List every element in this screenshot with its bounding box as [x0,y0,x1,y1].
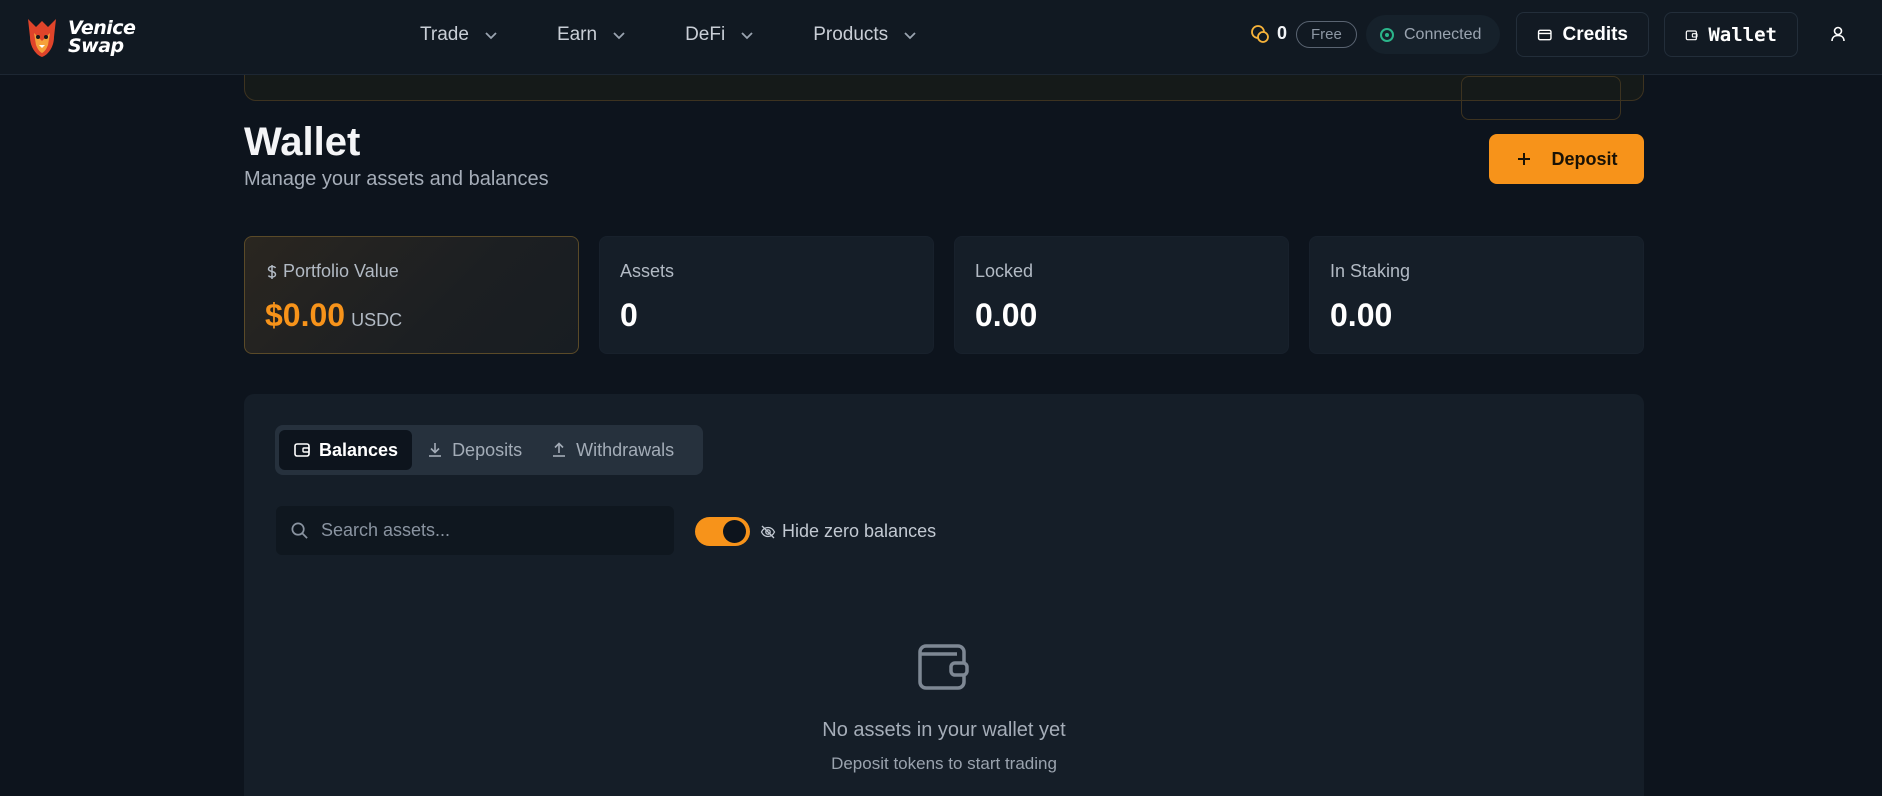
user-icon [1831,26,1845,42]
wallet-tabs: Balances Deposits Withdrawals [275,425,703,475]
nav-trade-label: Trade [420,24,469,45]
tab-withdrawals-label: Withdrawals [576,439,675,460]
deposit-label: Deposit [1551,148,1618,169]
brand-name-line2: Swap [68,35,124,57]
tab-deposits[interactable]: Deposits [412,430,536,470]
nav-earn-label: Earn [556,24,598,45]
eye-off-icon [760,525,776,538]
top-navbar: Venice Swap Trade Earn DeFi Products 0 F… [0,0,1882,75]
nav-products-label: Products [813,24,889,45]
wallet-icon [294,443,310,457]
tab-deposits-label: Deposits [452,439,523,460]
locked-card: Locked 0.00 [954,236,1289,354]
tab-balances[interactable]: Balances [279,430,413,470]
locked-value: 0.00 [975,297,1038,333]
search-icon [291,522,308,539]
hide-zero-label-group[interactable]: Hide zero balances [760,521,936,542]
credit-count: 0 [1277,23,1288,43]
coins-icon [1251,25,1269,43]
tab-balances-label: Balances [319,439,399,460]
hide-zero-label: Hide zero balances [782,521,937,541]
upload-icon [553,442,566,457]
portfolio-value-card: Portfolio Value $0.00 USDC [244,236,579,354]
plan-badge: Free [1296,21,1357,48]
empty-wallet-icon [918,644,969,690]
staking-card: In Staking 0.00 [1309,236,1644,354]
nav-defi-label: DeFi [685,24,726,45]
empty-state-title: No assets in your wallet yet [822,719,1066,741]
dollar-icon [267,264,277,279]
download-icon [429,443,442,457]
deposit-button[interactable]: Deposit [1489,134,1644,184]
nav-products[interactable]: Products [813,24,918,46]
portfolio-value-label: Portfolio Value [283,261,399,281]
locked-label: Locked [975,261,1034,281]
wallet-label: Wallet [1708,23,1777,46]
plus-icon [1518,153,1531,165]
user-menu-button[interactable] [1818,14,1858,54]
card-icon [1537,29,1552,40]
portfolio-value-heading: Portfolio Value [265,261,399,282]
banner-action-button[interactable] [1461,76,1621,120]
wallet-icon [1685,29,1698,40]
nav-defi[interactable]: DeFi [685,24,755,46]
nav-earn[interactable]: Earn [557,24,627,46]
brand-name: Venice Swap [68,19,136,57]
portfolio-value: $0.00 USDC [265,297,402,334]
portfolio-value-amount: $0.00 [265,297,346,333]
status-dot-icon [1380,27,1394,42]
connection-status: Connected [1366,15,1500,54]
chevron-down-icon [613,32,625,40]
nav-trade[interactable]: Trade [420,24,499,46]
page-subtitle: Manage your assets and balances [244,168,549,190]
assets-label: Assets [620,261,675,281]
connection-status-label: Connected [1404,25,1482,43]
chevron-down-icon [485,32,497,40]
brand-logo[interactable]: Venice Swap [22,12,136,62]
assets-card: Assets 0 [599,236,934,354]
credits-label: Credits [1562,23,1628,45]
hide-zero-toggle[interactable] [695,517,750,546]
search-assets [276,506,674,555]
staking-value: 0.00 [1330,297,1393,333]
staking-label: In Staking [1330,261,1411,281]
wallet-button[interactable]: Wallet [1664,12,1798,57]
main-nav: Trade Earn DeFi Products [420,0,976,70]
chevron-down-icon [741,32,753,40]
search-input[interactable] [321,520,651,541]
credits-button[interactable]: Credits [1516,12,1649,57]
chevron-down-icon [904,32,916,40]
fox-logo-icon [22,15,62,59]
tab-withdrawals[interactable]: Withdrawals [536,430,688,470]
assets-value: 0 [620,297,638,333]
empty-state-subtitle: Deposit tokens to start trading [831,754,1057,773]
portfolio-value-unit: USDC [351,310,403,330]
page-title: Wallet [244,120,361,164]
